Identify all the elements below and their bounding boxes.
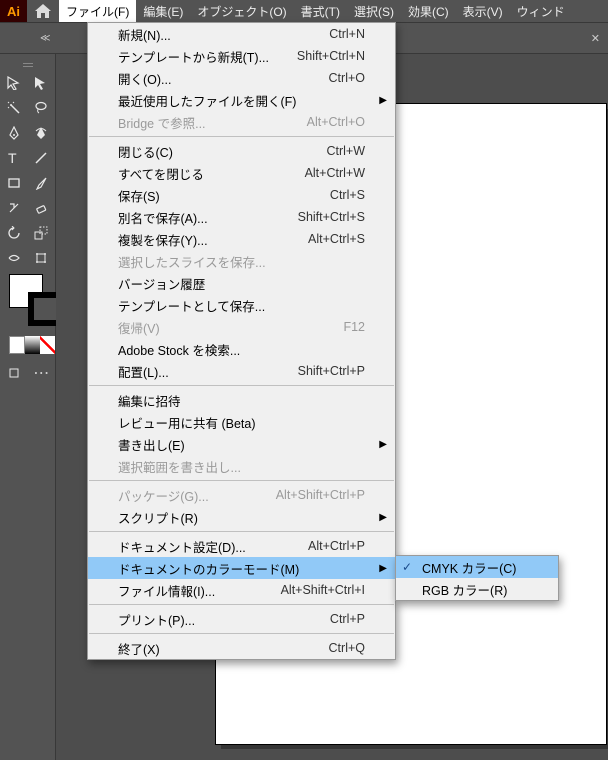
menu-item[interactable]: 保存(S)Ctrl+S [88, 184, 395, 206]
curvature-tool[interactable] [28, 120, 56, 145]
menu-item[interactable]: 新規(N)...Ctrl+N [88, 23, 395, 45]
menubar: Ai ファイル(F)編集(E)オブジェクト(O)書式(T)選択(S)効果(C)表… [0, 0, 608, 22]
menu-item[interactable]: ファイル情報(I)...Alt+Shift+Ctrl+I [88, 579, 395, 601]
menu-item: 選択範囲を書き出し... [88, 455, 395, 477]
home-icon[interactable] [27, 0, 59, 22]
paintbrush-tool[interactable] [28, 170, 56, 195]
menu-6[interactable]: 表示(V) [456, 0, 510, 22]
menu-item[interactable]: すべてを閉じるAlt+Ctrl+W [88, 162, 395, 184]
menu-item[interactable]: 開く(O)...Ctrl+O [88, 67, 395, 89]
menu-item[interactable]: プリント(P)...Ctrl+P [88, 608, 395, 630]
menu-3[interactable]: 書式(T) [294, 0, 347, 22]
menu-item: パッケージ(G)...Alt+Shift+Ctrl+P [88, 484, 395, 506]
menu-item[interactable]: ドキュメントのカラーモード(M)▶ [88, 557, 395, 579]
menu-item: 選択したスライスを保存... [88, 250, 395, 272]
rotate-tool[interactable] [0, 220, 28, 245]
scale-tool[interactable] [28, 220, 56, 245]
close-icon[interactable]: ✕ [591, 32, 608, 45]
menu-item[interactable]: レビュー用に共有 (Beta) [88, 411, 395, 433]
menu-item[interactable]: ドキュメント設定(D)...Alt+Ctrl+P [88, 535, 395, 557]
menu-item[interactable]: 配置(L)...Shift+Ctrl+P [88, 360, 395, 382]
width-tool[interactable] [0, 245, 28, 270]
svg-text:T: T [8, 151, 17, 165]
menu-item[interactable]: バージョン履歴 [88, 272, 395, 294]
expand-icon[interactable]: ≪ [0, 33, 50, 44]
menu-item[interactable]: テンプレートから新規(T)...Shift+Ctrl+N [88, 45, 395, 67]
menu-item[interactable]: 別名で保存(A)...Shift+Ctrl+S [88, 206, 395, 228]
direct-selection-tool[interactable] [28, 70, 56, 95]
menu-item[interactable]: テンプレートとして保存... [88, 294, 395, 316]
color-mode-solid[interactable] [9, 336, 25, 354]
menu-item[interactable]: 終了(X)Ctrl+Q [88, 637, 395, 659]
menu-4[interactable]: 選択(S) [347, 0, 401, 22]
menu-7[interactable]: ウィンド [510, 0, 572, 22]
draw-mode-normal[interactable] [0, 360, 28, 385]
menu-item[interactable]: スクリプト(R)▶ [88, 506, 395, 528]
file-menu-dropdown: 新規(N)...Ctrl+Nテンプレートから新規(T)...Shift+Ctrl… [87, 22, 396, 660]
menu-item[interactable]: 編集に招待 [88, 389, 395, 411]
line-tool[interactable] [28, 145, 56, 170]
free-transform-tool[interactable] [28, 245, 56, 270]
edit-toolbar-icon[interactable]: ⋯ [28, 360, 56, 385]
submenu-item[interactable]: ✓CMYK カラー(C) [396, 556, 558, 578]
shaper-tool[interactable] [0, 195, 28, 220]
menu-2[interactable]: オブジェクト(O) [190, 0, 293, 22]
menu-item[interactable]: Adobe Stock を検索... [88, 338, 395, 360]
magic-wand-tool[interactable] [0, 95, 28, 120]
type-tool[interactable]: T [0, 145, 28, 170]
menu-1[interactable]: 編集(E) [136, 0, 190, 22]
menu-item: 復帰(V)F12 [88, 316, 395, 338]
color-mode-submenu: ✓CMYK カラー(C)RGB カラー(R) [395, 555, 559, 601]
menu-item[interactable]: 書き出し(E)▶ [88, 433, 395, 455]
menu-item[interactable]: 最近使用したファイルを開く(F)▶ [88, 89, 395, 111]
toolbox: T ⋯ [0, 54, 56, 760]
color-swatches[interactable] [0, 274, 55, 334]
menu-0[interactable]: ファイル(F) [59, 0, 136, 22]
color-mode-gradient[interactable] [25, 336, 40, 354]
menu-5[interactable]: 効果(C) [401, 0, 456, 22]
app-logo: Ai [0, 0, 27, 22]
submenu-item[interactable]: RGB カラー(R) [396, 578, 558, 600]
pen-tool[interactable] [0, 120, 28, 145]
menu-item[interactable]: 複製を保存(Y)...Alt+Ctrl+S [88, 228, 395, 250]
menu-item[interactable]: 閉じる(C)Ctrl+W [88, 140, 395, 162]
rectangle-tool[interactable] [0, 170, 28, 195]
lasso-tool[interactable] [28, 95, 56, 120]
menu-item: Bridge で参照...Alt+Ctrl+O [88, 111, 395, 133]
selection-tool[interactable] [0, 70, 28, 95]
color-mode-none[interactable] [40, 336, 55, 354]
eraser-tool[interactable] [28, 195, 56, 220]
